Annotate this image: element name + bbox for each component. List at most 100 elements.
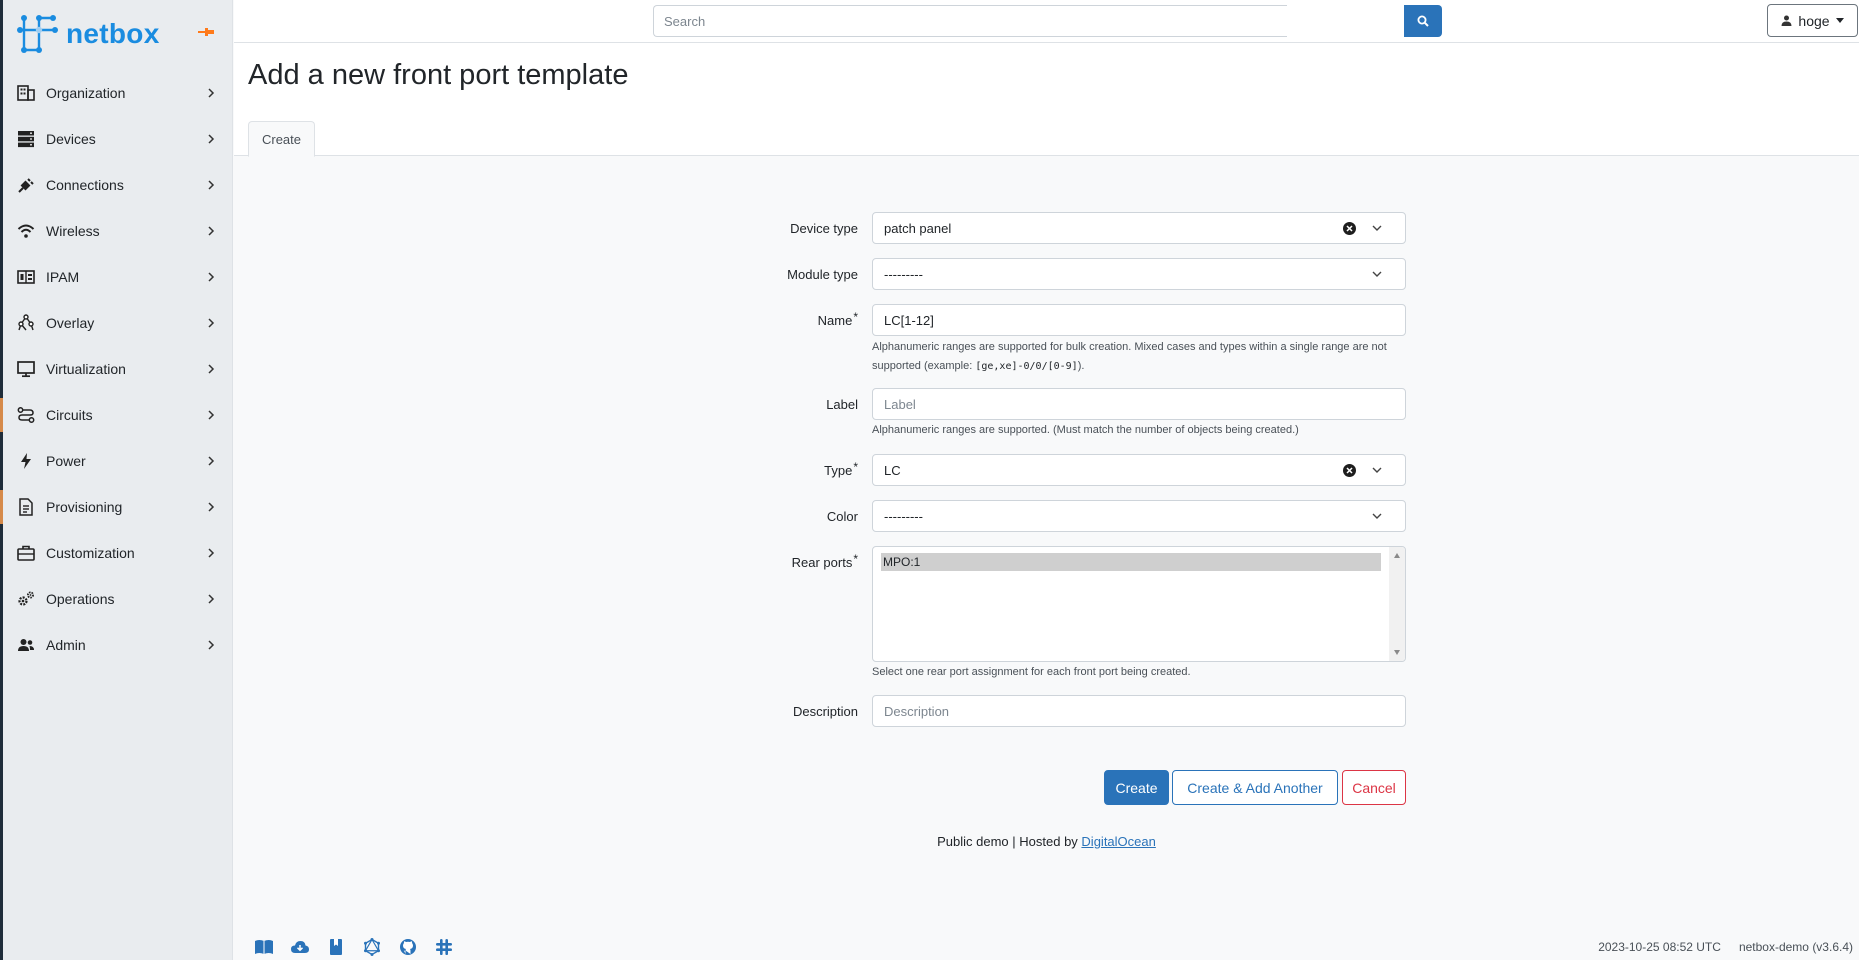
sidebar-nav: Organization Devices Connections Wireles… (0, 70, 233, 668)
create-button[interactable]: Create (1104, 770, 1169, 805)
sidebar: netbox Organization Devices Connections … (0, 0, 233, 960)
description-field[interactable] (872, 695, 1406, 727)
digitalocean-link[interactable]: DigitalOcean (1081, 834, 1155, 849)
required-mark: * (853, 460, 858, 474)
sidebar-item-circuits[interactable]: Circuits (0, 392, 233, 438)
sidebar-item-virtualization[interactable]: Virtualization (3, 346, 233, 392)
sidebar-item-label: Admin (46, 637, 86, 653)
color-value: --------- (884, 509, 923, 524)
sidebar-item-wireless[interactable]: Wireless (3, 208, 233, 254)
label-input[interactable] (873, 389, 1405, 419)
page-title: Add a new front port template (248, 59, 629, 91)
bookmark-book-icon[interactable] (325, 937, 347, 957)
chevron-right-icon (208, 456, 215, 466)
sidebar-item-provisioning[interactable]: Provisioning (0, 484, 233, 530)
rear-ports-label: Rear ports* (791, 552, 858, 570)
users-icon (16, 635, 36, 655)
type-label-text: Type (824, 463, 853, 478)
module-type-label: Module type (787, 267, 858, 282)
name-label-text: Name (817, 313, 853, 328)
chevron-right-icon (208, 134, 215, 144)
search-input[interactable] (653, 5, 1287, 37)
sidebar-item-ipam[interactable]: IPAM (3, 254, 233, 300)
pin-icon[interactable] (198, 27, 214, 37)
color-label: Color (826, 509, 858, 524)
footer-timestamp: 2023-10-25 08:52 UTC (1598, 940, 1721, 954)
device-type-value: patch panel (884, 221, 952, 236)
server-icon (16, 129, 36, 149)
toolbox-icon (16, 543, 36, 563)
label-label: Label (826, 397, 858, 412)
sidebar-item-organization[interactable]: Organization (3, 70, 233, 116)
name-field[interactable] (872, 304, 1406, 336)
clear-icon[interactable] (1343, 222, 1356, 235)
graphql-icon[interactable] (361, 937, 383, 957)
scrollbar[interactable] (1389, 547, 1405, 661)
search-button[interactable] (1404, 5, 1442, 37)
wifi-icon (16, 221, 36, 241)
chevron-right-icon (208, 88, 215, 98)
color-select[interactable]: --------- (872, 500, 1406, 532)
chevron-right-icon (208, 226, 215, 236)
name-input[interactable] (873, 305, 1405, 335)
name-help-text: Alphanumeric ranges are supported for bu… (872, 338, 1406, 376)
chevron-right-icon (208, 502, 215, 512)
rear-port-option[interactable]: MPO:1 (881, 553, 1381, 571)
sidebar-item-label: Power (46, 453, 86, 469)
sidebar-item-devices[interactable]: Devices (3, 116, 233, 162)
sidebar-item-label: Devices (46, 131, 96, 147)
create-add-another-button[interactable]: Create & Add Another (1172, 770, 1338, 805)
rear-ports-multiselect[interactable]: MPO:1 (872, 546, 1406, 662)
sidebar-item-admin[interactable]: Admin (3, 622, 233, 668)
scroll-up-icon[interactable] (1394, 553, 1400, 558)
tab-create[interactable]: Create (248, 121, 315, 157)
required-mark: * (853, 552, 858, 566)
front-port-template-form: Device type patch panel Module type ----… (234, 156, 1859, 896)
footer-version: netbox-demo (v3.6.4) (1738, 940, 1853, 954)
user-name: hoge (1798, 12, 1830, 29)
sidebar-item-power[interactable]: Power (3, 438, 233, 484)
netbox-logo-icon (17, 15, 58, 53)
sidebar-item-label: Operations (46, 591, 115, 607)
name-help-part: Alphanumeric ranges are supported for bu… (872, 341, 1387, 372)
search-icon (1417, 15, 1429, 27)
file-icon (16, 497, 36, 517)
chevron-right-icon (208, 410, 215, 420)
slack-icon[interactable] (433, 937, 455, 957)
user-menu-button[interactable]: hoge (1767, 4, 1858, 37)
cloud-download-icon[interactable] (289, 937, 311, 957)
sidebar-item-connections[interactable]: Connections (3, 162, 233, 208)
cancel-button[interactable]: Cancel (1342, 770, 1406, 805)
sidebar-item-label: Circuits (46, 407, 93, 423)
brand-name: netbox (66, 18, 160, 49)
rear-ports-help-text: Select one rear port assignment for each… (872, 666, 1191, 678)
user-icon (1781, 15, 1792, 26)
chevron-down-icon[interactable] (1371, 511, 1383, 521)
chevron-down-icon[interactable] (1371, 269, 1383, 279)
device-type-label: Device type (790, 221, 858, 236)
github-icon[interactable] (397, 937, 419, 957)
description-input[interactable] (873, 696, 1405, 726)
type-select[interactable]: LC (872, 454, 1406, 486)
module-type-select[interactable]: --------- (872, 258, 1406, 290)
label-field[interactable] (872, 388, 1406, 420)
brand[interactable]: netbox (17, 12, 160, 56)
scroll-down-icon[interactable] (1394, 650, 1400, 655)
building-icon (16, 83, 36, 103)
type-label: Type* (824, 460, 858, 478)
sidebar-item-label: Wireless (46, 223, 100, 239)
chevron-down-icon[interactable] (1371, 465, 1383, 475)
transit-icon (16, 405, 36, 425)
clear-icon[interactable] (1343, 464, 1356, 477)
book-icon[interactable] (253, 937, 275, 957)
cogs-icon (16, 589, 36, 609)
device-type-select[interactable]: patch panel (872, 212, 1406, 244)
graph-icon (16, 313, 36, 333)
sidebar-item-overlay[interactable]: Overlay (3, 300, 233, 346)
rear-ports-label-text: Rear ports (791, 555, 853, 570)
hosting-note: Public demo | Hosted by DigitalOcean (234, 834, 1859, 849)
required-mark: * (853, 310, 858, 324)
sidebar-item-operations[interactable]: Operations (3, 576, 233, 622)
chevron-down-icon[interactable] (1371, 223, 1383, 233)
sidebar-item-customization[interactable]: Customization (3, 530, 233, 576)
